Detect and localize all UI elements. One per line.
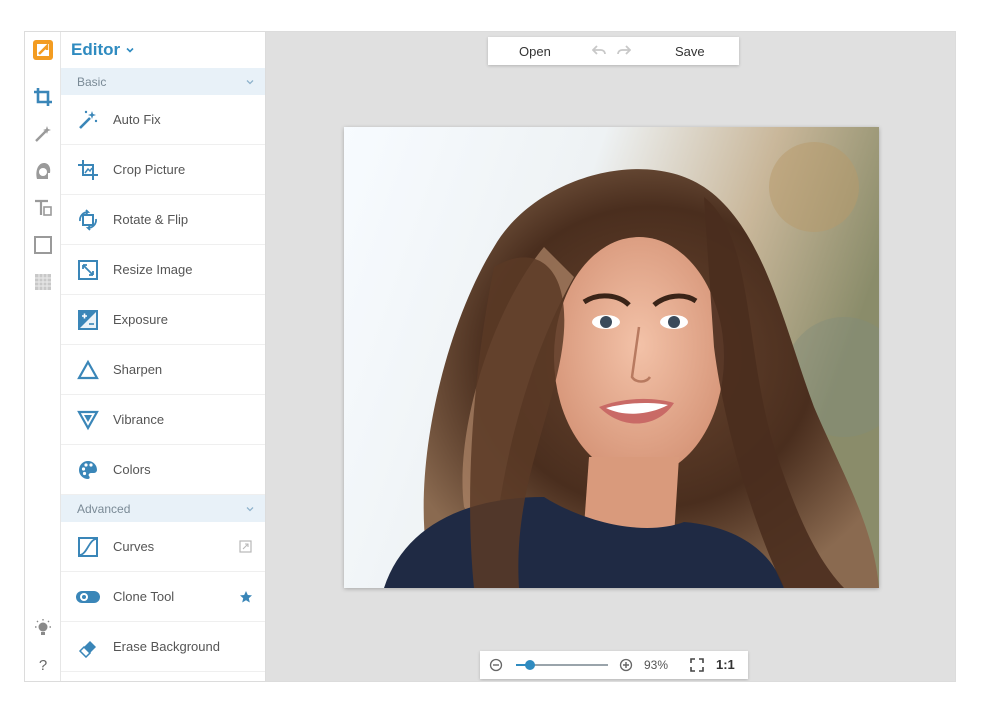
exposure-icon	[75, 307, 101, 333]
save-button[interactable]: Save	[675, 44, 705, 59]
tool-rail: ?	[25, 32, 61, 681]
tool-rotate-flip[interactable]: Rotate & Flip	[61, 195, 265, 245]
chevron-down-icon	[246, 79, 254, 84]
actual-size-button[interactable]: 1:1	[716, 657, 735, 672]
tool-label: Exposure	[113, 312, 168, 327]
photo-canvas[interactable]	[344, 127, 879, 588]
zoom-out-icon[interactable]	[489, 658, 503, 672]
zoom-level: 93%	[644, 658, 669, 672]
open-button[interactable]: Open	[519, 44, 551, 59]
resize-icon	[75, 257, 101, 283]
fullscreen-icon[interactable]	[690, 658, 704, 672]
zoom-in-icon[interactable]	[619, 658, 633, 672]
section-label: Advanced	[77, 501, 131, 516]
star-icon	[238, 589, 253, 604]
logo-icon[interactable]	[30, 37, 56, 63]
zoom-bar: 93% 1:1	[480, 651, 748, 679]
premium-badge-icon	[238, 539, 253, 554]
tool-label: Auto Fix	[113, 112, 161, 127]
inverted-triangle-icon	[75, 407, 101, 433]
magic-wand-icon	[75, 107, 101, 133]
tool-curves[interactable]: Curves	[61, 522, 265, 572]
chevron-down-icon	[246, 506, 254, 511]
tool-exposure[interactable]: Exposure	[61, 295, 265, 345]
tool-crop-picture[interactable]: Crop Picture	[61, 145, 265, 195]
section-header-basic[interactable]: Basic	[61, 68, 265, 95]
tool-label: Sharpen	[113, 362, 163, 377]
magic-wand-icon[interactable]	[30, 121, 56, 147]
panel-header[interactable]: Editor	[61, 32, 265, 68]
text-icon[interactable]	[30, 195, 56, 221]
help-button[interactable]: ?	[30, 652, 56, 678]
tool-erase-background[interactable]: Erase Background	[61, 622, 265, 672]
tool-label: Vibrance	[113, 412, 165, 427]
tool-label: Resize Image	[113, 262, 193, 277]
crop-picture-icon	[75, 157, 101, 183]
eraser-icon	[75, 634, 101, 660]
palette-icon	[75, 457, 101, 483]
portrait-photo	[344, 127, 879, 588]
tool-label: Clone Tool	[113, 589, 175, 604]
panel-title: Editor	[71, 40, 121, 59]
redo-icon[interactable]	[617, 44, 631, 56]
tool-clone-tool[interactable]: Clone Tool	[61, 572, 265, 622]
crop-icon[interactable]	[30, 84, 56, 110]
clone-stamp-icon	[75, 584, 101, 610]
rotate-icon	[75, 207, 101, 233]
section-label: Basic	[77, 74, 107, 89]
section-header-advanced[interactable]: Advanced	[61, 495, 265, 522]
tool-label: Colors	[113, 462, 151, 477]
tool-vibrance[interactable]: Vibrance	[61, 395, 265, 445]
tool-label: Erase Background	[113, 639, 220, 654]
tool-sharpen[interactable]: Sharpen	[61, 345, 265, 395]
triangle-icon	[75, 357, 101, 383]
frame-icon[interactable]	[30, 232, 56, 258]
chevron-down-icon	[126, 47, 134, 53]
curves-icon	[75, 534, 101, 560]
zoom-slider-handle[interactable]	[524, 660, 535, 670]
editor-panel: Editor Basic Auto Fix Crop Picture Rotat…	[61, 32, 266, 681]
tool-label: Rotate & Flip	[113, 212, 189, 227]
texture-icon[interactable]	[30, 269, 56, 295]
tool-colors[interactable]: Colors	[61, 445, 265, 495]
undo-icon[interactable]	[592, 44, 606, 56]
tool-resize-image[interactable]: Resize Image	[61, 245, 265, 295]
photo-editor-window: ? Editor Basic Auto Fix Crop Picture Rot…	[24, 31, 956, 682]
brightness-icon[interactable]	[30, 615, 56, 641]
face-retouch-icon[interactable]	[30, 158, 56, 184]
tool-label: Crop Picture	[113, 162, 186, 177]
tool-label: Curves	[113, 539, 155, 554]
tool-auto-fix[interactable]: Auto Fix	[61, 95, 265, 145]
top-toolbar: Open Save	[488, 37, 739, 65]
